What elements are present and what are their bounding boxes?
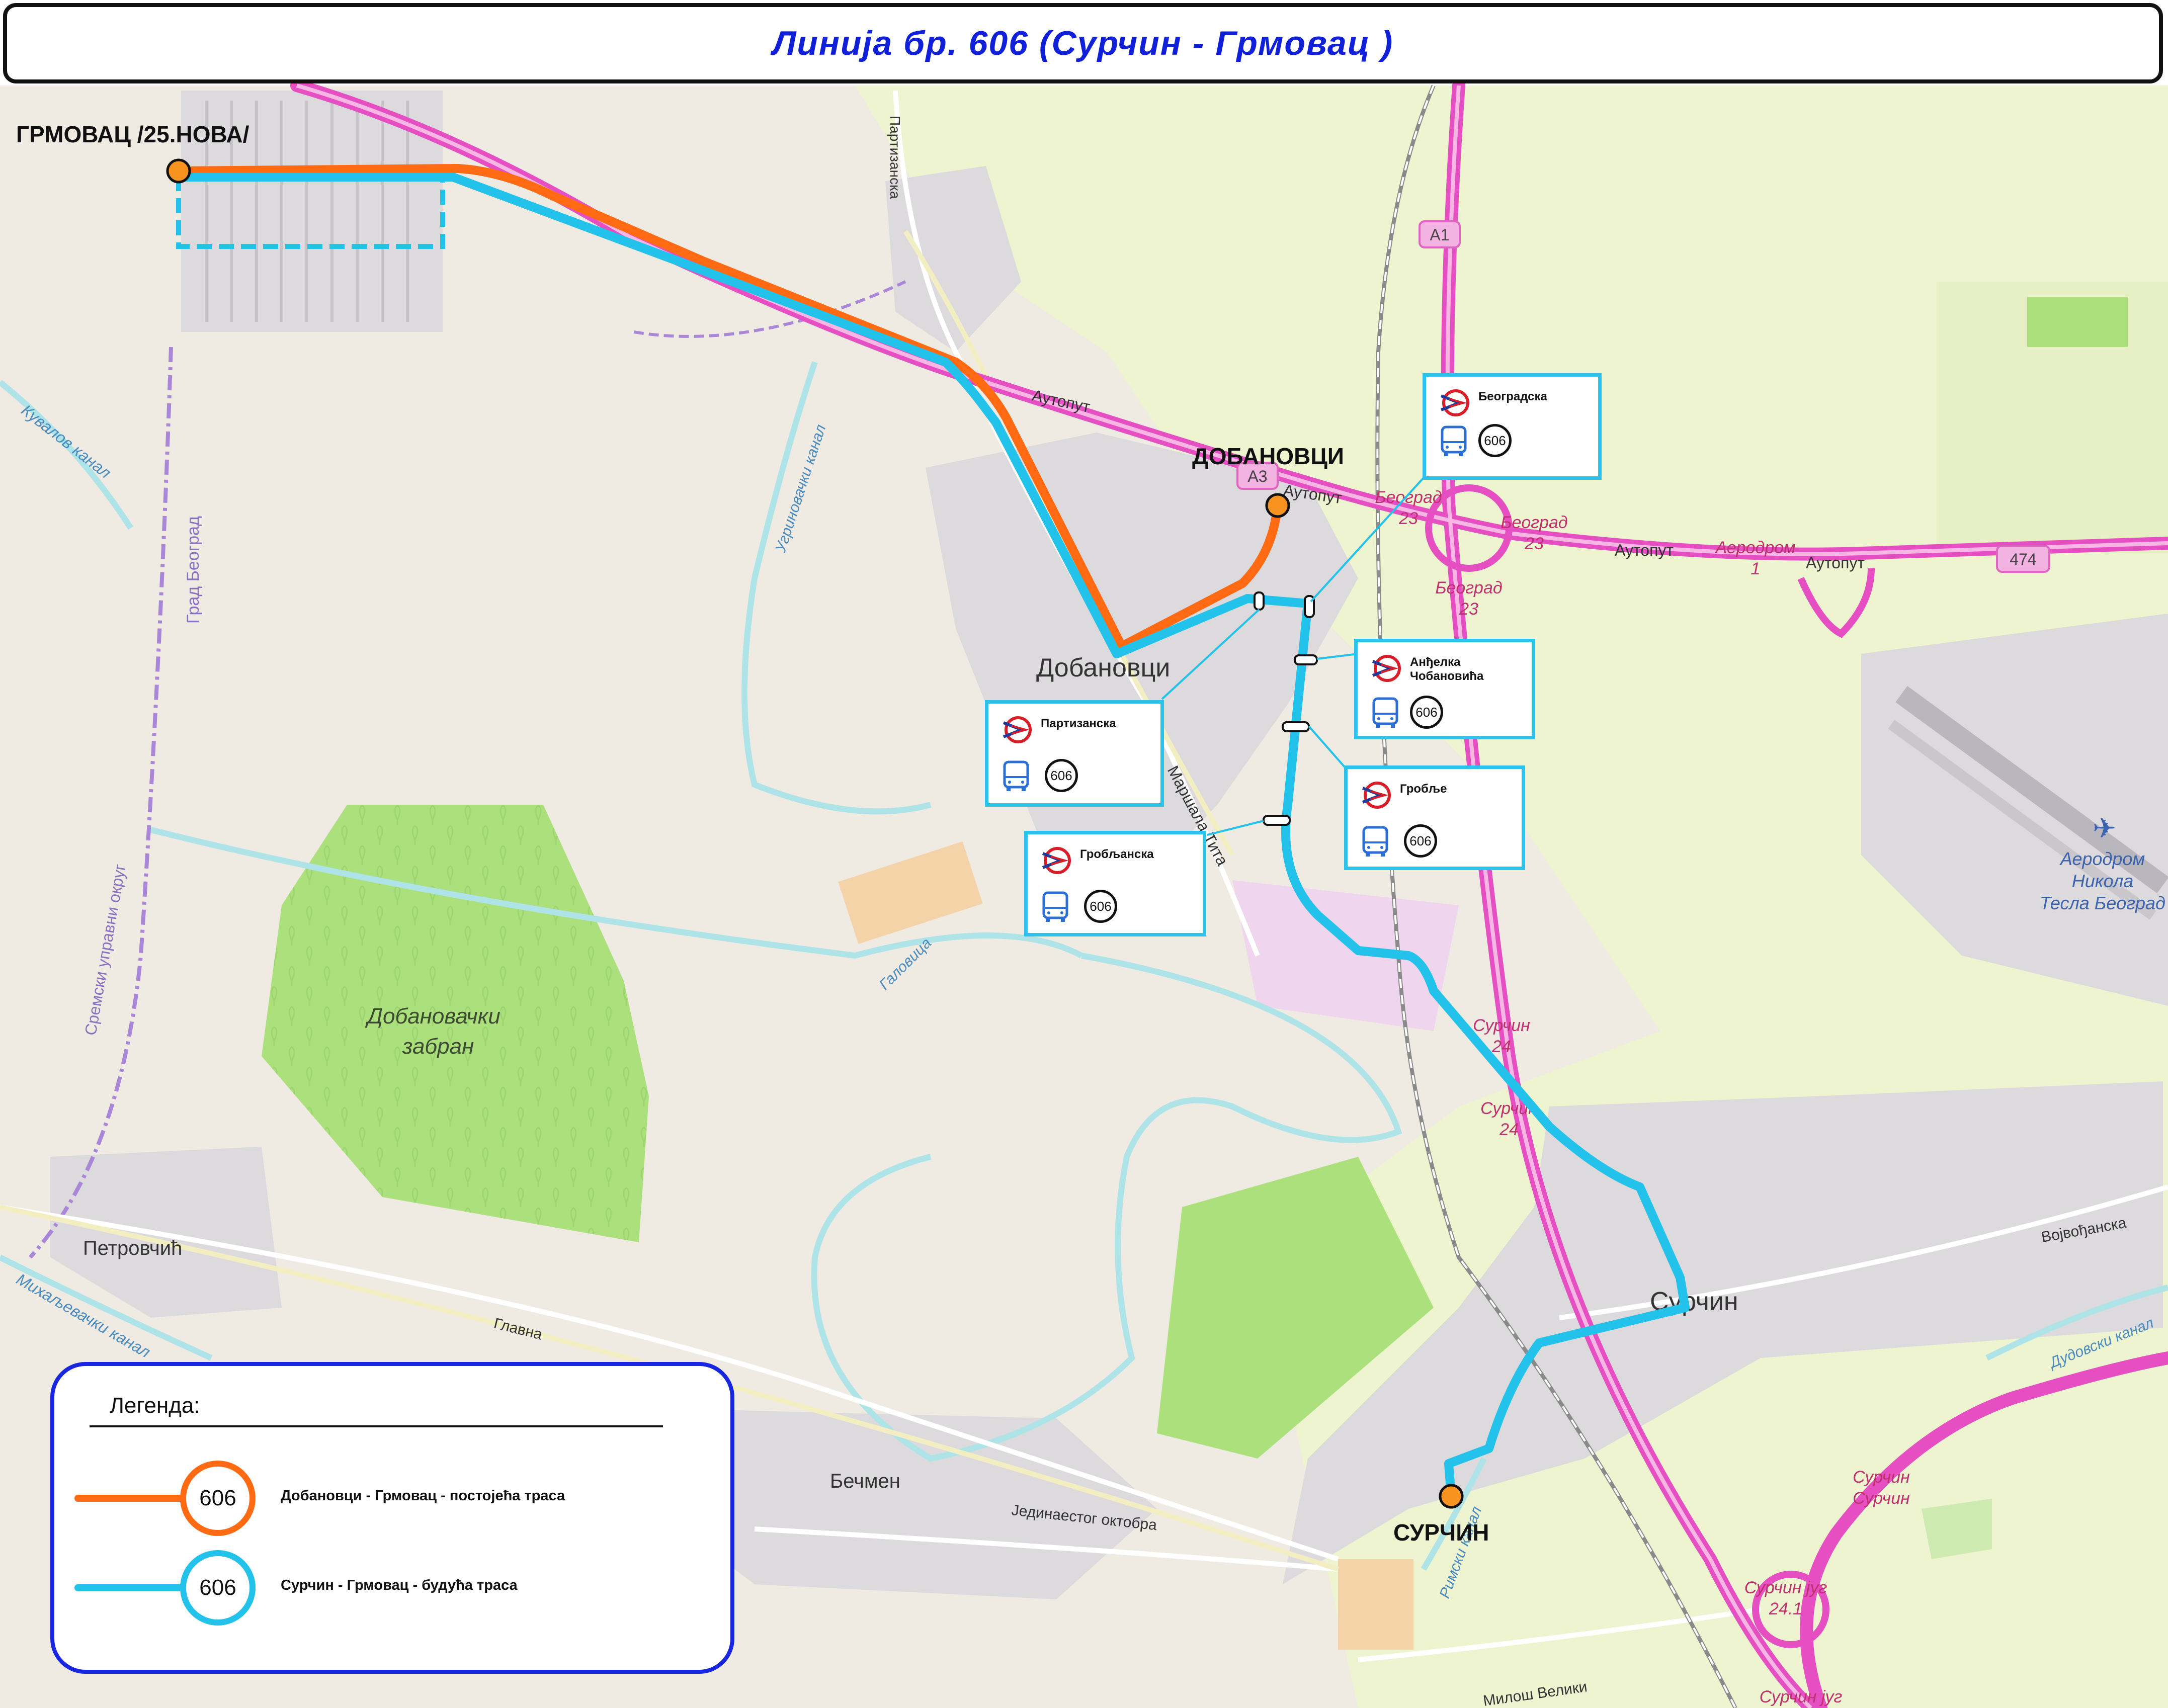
stop-name: Анђелка Чобановића	[1410, 655, 1484, 683]
bus-icon	[1003, 760, 1029, 791]
legend-badge-existing: 606	[180, 1461, 256, 1536]
stop-name: Гробље	[1400, 782, 1447, 796]
stop-box-andjelka-cobanovica: Анђелка Чобановића 606	[1354, 639, 1535, 739]
terminal-dobanovci-marker	[1265, 493, 1290, 518]
svg-text:Аутопут: Аутопут	[1806, 554, 1865, 572]
stop-box-grobljanska: Гробљанска 606	[1024, 831, 1206, 936]
terminal-surcin-marker	[1439, 1484, 1464, 1509]
stop-name: Партизанска	[1041, 717, 1116, 730]
legend-label-future: Сурчин - Грмовац - будућа траса	[281, 1577, 518, 1593]
stop-marker-groblje	[1282, 721, 1310, 732]
stop-marker-grobljanska	[1263, 815, 1291, 826]
transit-logo-icon	[1362, 782, 1391, 809]
bus-icon	[1362, 826, 1388, 857]
svg-text:A3: A3	[1247, 467, 1267, 485]
legend-title: Легенда:	[110, 1393, 200, 1418]
svg-text:Аутопут: Аутопут	[1615, 541, 1674, 559]
place-label-dobanovci: Добановци	[1036, 653, 1170, 682]
stop-marker-andjelka	[1294, 654, 1318, 665]
stop-name: Београдска	[1478, 390, 1547, 403]
stop-box-groblje: Гробље 606	[1344, 765, 1525, 870]
route-badge: 606	[1410, 696, 1443, 729]
legend-divider	[90, 1425, 663, 1427]
svg-text:Партизанска: Партизанска	[887, 116, 903, 199]
svg-text:Град Београд: Град Београд	[184, 516, 203, 624]
terminal-grmovac-label: ГРМОВАЦ /25.НОВА/	[16, 121, 249, 147]
airport-plane-icon: ✈	[2093, 812, 2116, 844]
terminal-grmovac-marker	[166, 158, 191, 184]
legend: Легенда: 606 Добановци - Грмовац - посто…	[50, 1362, 734, 1674]
place-label-petrovcic: Петровчић	[83, 1237, 182, 1259]
route-badge: 606	[1478, 424, 1512, 457]
svg-text:Сурчин југ: Сурчин југ	[1760, 1687, 1843, 1706]
transit-logo-icon	[1003, 716, 1032, 743]
legend-label-existing: Добановци - Грмовац - постојећа траса	[281, 1488, 565, 1504]
legend-badge-future: 606	[180, 1550, 256, 1626]
route-badge: 606	[1084, 890, 1117, 923]
stop-box-partizanska: Партизанска 606	[985, 700, 1164, 807]
stop-box-beogradska: Београдска 606	[1423, 373, 1602, 480]
terminal-dobanovci-label: ДОБАНОВЦИ	[1192, 443, 1344, 469]
svg-text:A1: A1	[1430, 226, 1449, 244]
svg-text:забран: забран	[402, 1034, 474, 1059]
route-badge: 606	[1404, 824, 1437, 858]
forest-label: Добановачки	[365, 1004, 501, 1029]
transit-logo-icon	[1042, 847, 1071, 874]
page-title: Линија бр. 606 (Сурчин - Грмовац )	[772, 24, 1394, 62]
stop-name: Гробљанска	[1080, 847, 1154, 861]
place-label-becmen: Бечмен	[830, 1470, 900, 1492]
bus-icon	[1441, 425, 1467, 456]
title-banner: Линија бр. 606 (Сурчин - Грмовац )	[3, 3, 2163, 83]
transit-logo-icon	[1372, 655, 1401, 682]
terminal-surcin-label: СУРЧИН	[1393, 1519, 1489, 1546]
route-badge: 606	[1045, 759, 1078, 792]
transit-logo-icon	[1440, 389, 1469, 416]
bus-icon	[1042, 891, 1068, 922]
stop-marker-partizanska	[1254, 591, 1265, 611]
svg-text:474: 474	[2010, 550, 2036, 568]
bus-icon	[1372, 697, 1398, 728]
